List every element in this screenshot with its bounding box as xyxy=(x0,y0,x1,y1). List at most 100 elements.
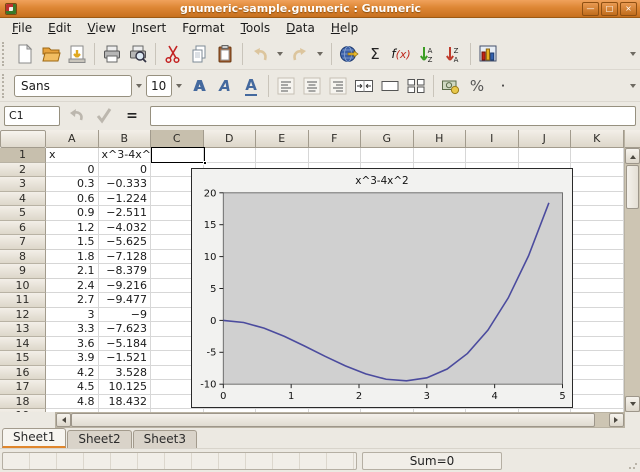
row-header-10[interactable]: 10 xyxy=(0,279,46,294)
cell-A10[interactable]: 2.4 xyxy=(46,279,99,294)
equals-button[interactable]: = xyxy=(120,104,144,128)
row-header-16[interactable]: 16 xyxy=(0,366,46,381)
cell-K12[interactable] xyxy=(571,308,624,323)
cell-I1[interactable] xyxy=(466,148,519,163)
close-button[interactable]: × xyxy=(620,2,637,16)
cell-A1[interactable]: x xyxy=(46,148,99,163)
cell-K6[interactable] xyxy=(571,221,624,236)
menu-item-file[interactable]: File xyxy=(4,19,40,37)
italic-button[interactable]: A xyxy=(212,73,238,99)
column-header-H[interactable]: H xyxy=(414,130,467,148)
toolbar-overflow-button[interactable] xyxy=(626,41,640,67)
cell-K9[interactable] xyxy=(571,264,624,279)
column-header-I[interactable]: I xyxy=(466,130,519,148)
cell-K11[interactable] xyxy=(571,293,624,308)
accept-edit-button[interactable] xyxy=(92,104,116,128)
row-header-3[interactable]: 3 xyxy=(0,177,46,192)
scroll-down-button[interactable] xyxy=(625,396,640,412)
cell-A8[interactable]: 1.8 xyxy=(46,250,99,265)
cell-A2[interactable]: 0 xyxy=(46,163,99,178)
cell-B11[interactable]: −9.477 xyxy=(99,293,152,308)
toolbar-grip[interactable] xyxy=(2,42,9,66)
row-header-17[interactable]: 17 xyxy=(0,380,46,395)
cell-K2[interactable] xyxy=(571,163,624,178)
vertical-scroll-thumb[interactable] xyxy=(626,165,639,209)
scroll-left-button[interactable] xyxy=(56,413,71,427)
row-header-12[interactable]: 12 xyxy=(0,308,46,323)
cell-A4[interactable]: 0.6 xyxy=(46,192,99,207)
cell-K3[interactable] xyxy=(571,177,624,192)
row-header-7[interactable]: 7 xyxy=(0,235,46,250)
cell-K17[interactable] xyxy=(571,380,624,395)
vertical-scrollbar[interactable] xyxy=(624,130,640,412)
cell-K14[interactable] xyxy=(571,337,624,352)
undo-button[interactable] xyxy=(247,41,273,67)
cell-B2[interactable]: 0 xyxy=(99,163,152,178)
column-header-J[interactable]: J xyxy=(519,130,572,148)
cell-B10[interactable]: −9.216 xyxy=(99,279,152,294)
row-header-13[interactable]: 13 xyxy=(0,322,46,337)
font-name-dropdown[interactable] xyxy=(132,73,146,99)
row-header-14[interactable]: 14 xyxy=(0,337,46,352)
paste-button[interactable] xyxy=(212,41,238,67)
font-size-dropdown[interactable] xyxy=(172,73,186,99)
titlebar[interactable]: gnumeric-sample.gnumeric : Gnumeric — □ … xyxy=(0,0,640,18)
cell-E1[interactable] xyxy=(256,148,309,163)
format-as-percent-button[interactable]: % xyxy=(464,73,490,99)
menu-item-edit[interactable]: Edit xyxy=(40,19,79,37)
cell-A13[interactable]: 3.3 xyxy=(46,322,99,337)
menu-item-view[interactable]: View xyxy=(79,19,123,37)
menu-item-insert[interactable]: Insert xyxy=(124,19,174,37)
new-file-button[interactable] xyxy=(12,41,38,67)
column-header-A[interactable]: A xyxy=(46,130,99,148)
menu-item-data[interactable]: Data xyxy=(278,19,323,37)
sort-descending-button[interactable]: ZA xyxy=(440,41,466,67)
row-header-8[interactable]: 8 xyxy=(0,250,46,265)
cell-K15[interactable] xyxy=(571,351,624,366)
cell-B3[interactable]: −0.333 xyxy=(99,177,152,192)
row-header-18[interactable]: 18 xyxy=(0,395,46,410)
cell-G1[interactable] xyxy=(361,148,414,163)
cell-A11[interactable]: 2.7 xyxy=(46,293,99,308)
row-header-9[interactable]: 9 xyxy=(0,264,46,279)
scroll-up-button[interactable] xyxy=(625,148,640,164)
redo-dropdown[interactable] xyxy=(313,41,327,67)
row-header-15[interactable]: 15 xyxy=(0,351,46,366)
cell-K10[interactable] xyxy=(571,279,624,294)
format-as-money-button[interactable] xyxy=(438,73,464,99)
underline-button[interactable]: A xyxy=(238,73,264,99)
bold-button[interactable]: A xyxy=(186,73,212,99)
maximize-button[interactable]: □ xyxy=(601,2,618,16)
menu-item-format[interactable]: Format xyxy=(174,19,232,37)
cell-A17[interactable]: 4.5 xyxy=(46,380,99,395)
align-left-button[interactable] xyxy=(273,73,299,99)
cell-B16[interactable]: 3.528 xyxy=(99,366,152,381)
insert-hyperlink-button[interactable] xyxy=(336,41,362,67)
align-center-button[interactable] xyxy=(299,73,325,99)
scroll-right-button[interactable] xyxy=(609,413,624,427)
cell-B17[interactable]: 10.125 xyxy=(99,380,152,395)
cell-J1[interactable] xyxy=(519,148,572,163)
cell-A18[interactable]: 4.8 xyxy=(46,395,99,410)
cell-K8[interactable] xyxy=(571,250,624,265)
row-header-4[interactable]: 4 xyxy=(0,192,46,207)
undo-dropdown[interactable] xyxy=(273,41,287,67)
sort-ascending-button[interactable]: AZ xyxy=(414,41,440,67)
row-header-2[interactable]: 2 xyxy=(0,163,46,178)
merge-cells-button[interactable] xyxy=(377,73,403,99)
cell-B5[interactable]: −2.511 xyxy=(99,206,152,221)
column-header-G[interactable]: G xyxy=(361,130,414,148)
column-header-F[interactable]: F xyxy=(309,130,362,148)
cell-A14[interactable]: 3.6 xyxy=(46,337,99,352)
sum-button[interactable]: Σ xyxy=(362,41,388,67)
cell-reference-box[interactable]: C1 xyxy=(4,106,60,126)
horizontal-scrollbar[interactable] xyxy=(55,412,625,428)
center-across-selection-button[interactable] xyxy=(351,73,377,99)
cell-A3[interactable]: 0.3 xyxy=(46,177,99,192)
cell-B8[interactable]: −7.128 xyxy=(99,250,152,265)
cell-K18[interactable] xyxy=(571,395,624,410)
cell-B1[interactable]: x^3-4x^2 xyxy=(99,148,152,163)
scroll-track[interactable] xyxy=(595,413,609,427)
cell-A6[interactable]: 1.2 xyxy=(46,221,99,236)
menu-item-help[interactable]: Help xyxy=(323,19,366,37)
